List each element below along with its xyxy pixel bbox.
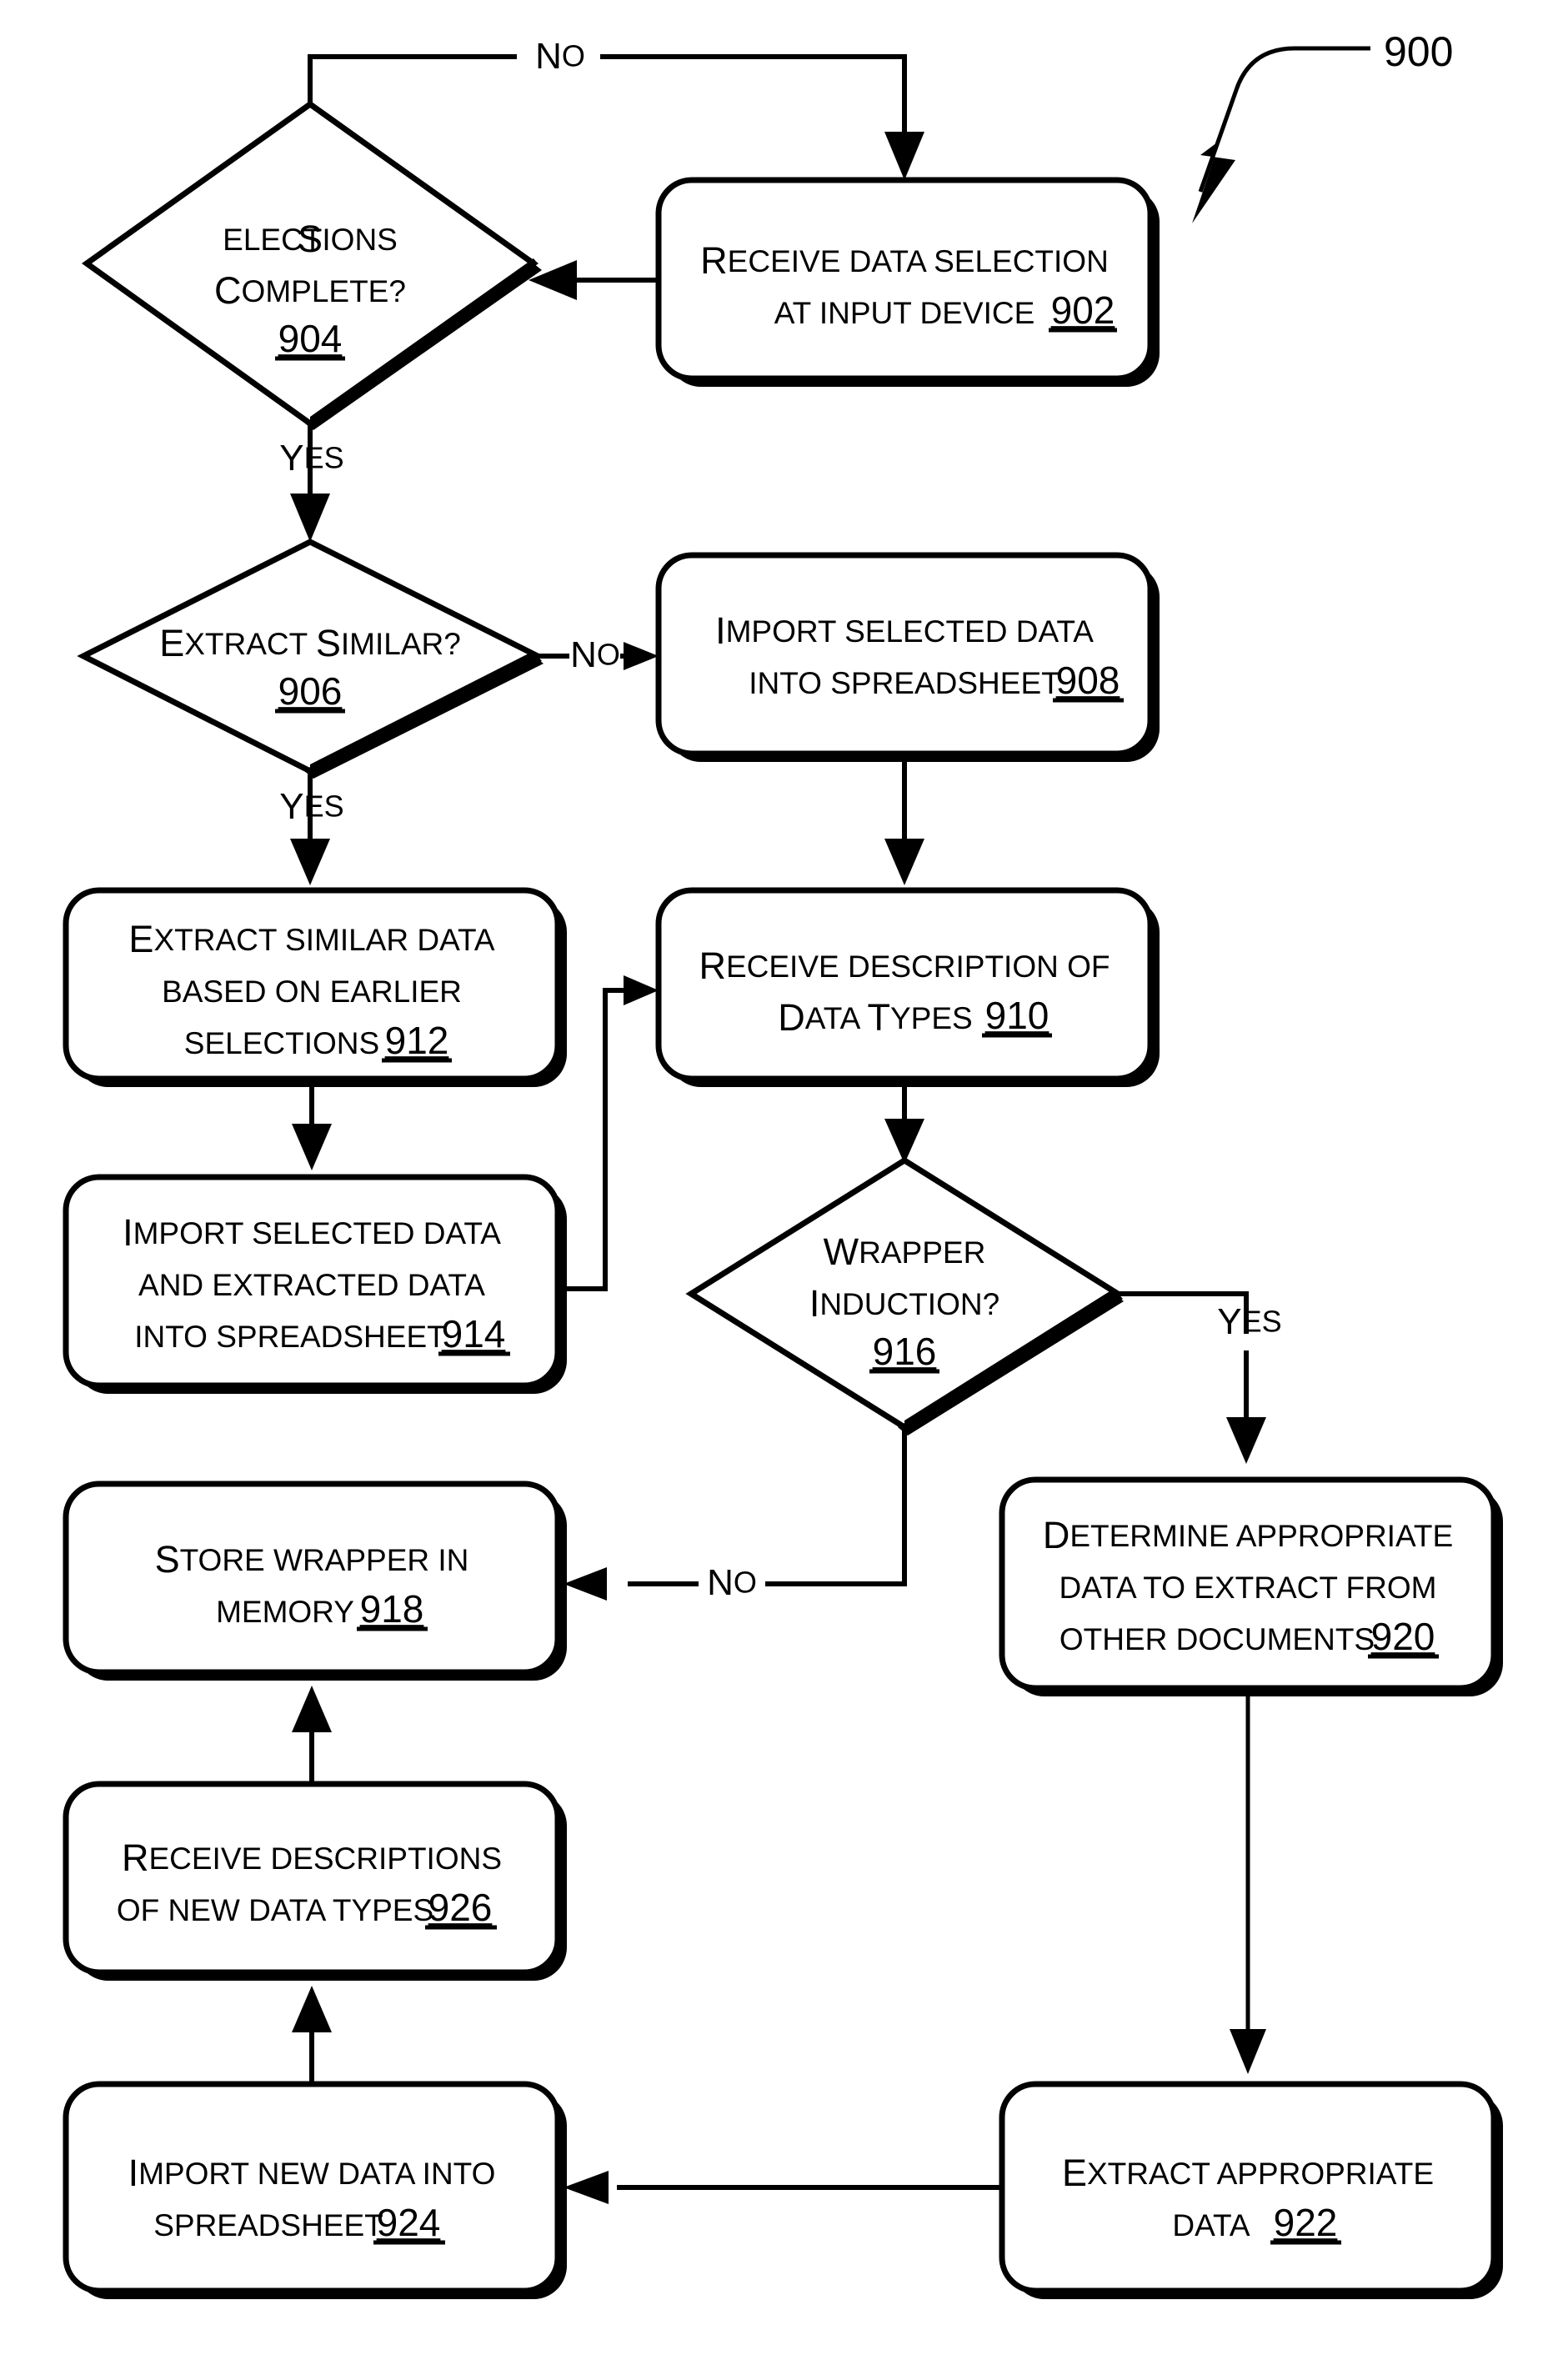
node-916-line-1: WRAPPER (824, 1230, 986, 1273)
node-922-line-2: DATA (1172, 2208, 1250, 2242)
node-920-line-2: DATA TO EXTRACT FROM (1060, 1571, 1437, 1605)
node-920-line-3: OTHER DOCUMENTS (1060, 1622, 1375, 1656)
node-902-ref: 902 (1051, 288, 1115, 332)
node-922-line-1: EXTRACT APPROPRIATE (1062, 2152, 1434, 2194)
node-910-line-1: RECEIVE DESCRIPTION OF (699, 945, 1110, 987)
node-904-ref: 904 (278, 317, 343, 360)
node-926-ref: 926 (428, 1886, 493, 1929)
node-902-receive-data-selection[interactable]: RECEIVE DATA SELECTION AT INPUT DEVICE 9… (655, 177, 1160, 387)
node-908-line-1: IMPORT SELECTED DATA (715, 609, 1094, 652)
figure-number: 900 (1384, 28, 1453, 75)
node-918-store-wrapper[interactable]: STORE WRAPPER IN MEMORY 918 (63, 1481, 567, 1681)
node-926-receive-descriptions[interactable]: RECEIVE DESCRIPTIONS OF NEW DATA TYPES 9… (63, 1781, 567, 1981)
node-908-ref: 908 (1056, 659, 1120, 702)
node-920-line-1: DETERMINE APPROPRIATE (1043, 1514, 1453, 1556)
edge-label-no-top: NO (535, 36, 585, 77)
edge-label-no-906: NO (570, 634, 620, 675)
node-918-ref: 918 (360, 1587, 424, 1631)
node-908-box (655, 552, 1154, 757)
edge-label-no-916: NO (707, 1562, 757, 1603)
node-914-import-selected-and-extracted[interactable]: IMPORT SELECTED DATA AND EXTRACTED DATA … (63, 1174, 567, 1394)
node-912-line-3: SELECTIONS (184, 1026, 379, 1060)
node-914-line-3: INTO SPREADSHEET (134, 1320, 446, 1354)
node-912-ref: 912 (385, 1019, 449, 1062)
node-914-line-2: AND EXTRACTED DATA (138, 1268, 485, 1302)
node-916-ref: 916 (873, 1330, 937, 1373)
edge-label-yes-906: YES (279, 786, 343, 827)
node-922-extract-appropriate-data[interactable]: EXTRACT APPROPRIATE DATA 922 (999, 2081, 1503, 2299)
node-922-ref: 922 (1274, 2201, 1338, 2244)
node-920-determine-appropriate-data[interactable]: DETERMINE APPROPRIATE DATA TO EXTRACT FR… (999, 1476, 1503, 1696)
node-910-ref: 910 (985, 994, 1050, 1037)
node-912-line-1: EXTRACT SIMILAR DATA (128, 918, 494, 960)
node-924-line-2: SPREADSHEET (153, 2208, 383, 2242)
node-902-line-1: RECEIVE DATA SELECTION (700, 239, 1109, 282)
node-920-ref: 920 (1371, 1615, 1435, 1658)
flowchart-canvas: 900 SELECTIONS COMPLETE? 904 RECEIVE DAT… (0, 0, 1568, 2355)
node-926-line-2: OF NEW DATA TYPES (117, 1893, 433, 1927)
node-910-receive-description[interactable]: RECEIVE DESCRIPTION OF DATA TYPES 910 (655, 887, 1160, 1087)
node-902-box (655, 177, 1154, 382)
node-918-box (63, 1481, 561, 1676)
edge-label-yes-904: YES (279, 438, 343, 479)
node-910-line-2: DATA TYPES (778, 996, 972, 1039)
node-908-line-2: INTO SPREADSHEET (749, 666, 1060, 700)
node-906-line-1: EXTRACT SIMILAR? (159, 622, 461, 664)
node-914-line-1: IMPORT SELECTED DATA (123, 1211, 501, 1254)
node-924-import-new-data[interactable]: IMPORT NEW DATA INTO SPREADSHEET 924 (63, 2081, 567, 2299)
node-908-import-selected-data[interactable]: IMPORT SELECTED DATA INTO SPREADSHEET 90… (655, 552, 1160, 762)
node-902-line-2: AT INPUT DEVICE (774, 296, 1035, 330)
node-924-line-1: IMPORT NEW DATA INTO (128, 2152, 496, 2194)
node-912-line-2: BASED ON EARLIER (162, 975, 462, 1009)
node-906-ref: 906 (278, 669, 343, 713)
patent-figure-900: 900 SELECTIONS COMPLETE? 904 RECEIVE DAT… (0, 0, 1568, 2355)
node-924-ref: 924 (377, 2201, 441, 2244)
node-904-line-2: COMPLETE? (214, 269, 406, 312)
node-910-box (655, 887, 1154, 1082)
node-912-extract-similar-data[interactable]: EXTRACT SIMILAR DATA BASED ON EARLIER SE… (63, 887, 567, 1087)
node-916-line-2: INDUCTION? (809, 1282, 999, 1325)
node-914-ref: 914 (442, 1312, 506, 1355)
node-918-line-2: MEMORY (216, 1595, 354, 1629)
edge-label-yes-916: YES (1217, 1301, 1281, 1342)
node-904-line-1: SELECTIONS (223, 218, 398, 260)
node-926-line-1: RECEIVE DESCRIPTIONS (122, 1836, 502, 1879)
node-918-line-1: STORE WRAPPER IN (155, 1538, 469, 1581)
